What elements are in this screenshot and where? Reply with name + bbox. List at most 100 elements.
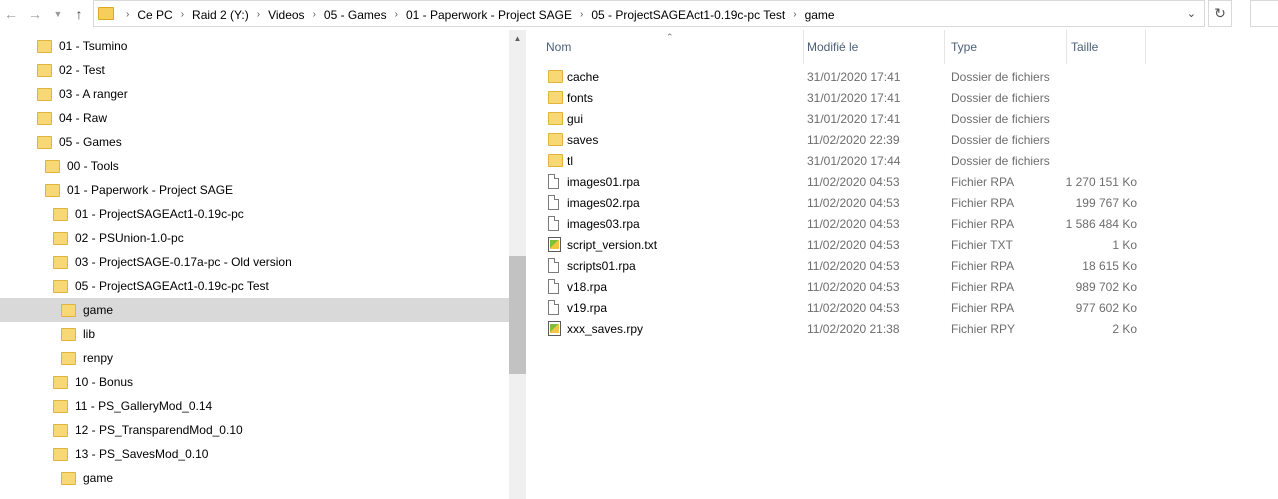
folder-icon xyxy=(37,111,52,125)
folder-icon xyxy=(548,133,563,146)
nav-tree-item-label: 01 - Paperwork - Project SAGE xyxy=(67,183,234,197)
file-row[interactable]: v18.rpa 11/02/2020 04:53 Fichier RPA 989 70… xyxy=(526,276,1278,297)
nav-tree-item[interactable]: 01 - ProjectSAGEAct1-0.19c-pc xyxy=(0,202,509,226)
nav-tree-item[interactable]: 12 - PS_TransparendMod_0.10 xyxy=(0,418,509,442)
address-dropdown-chevron-icon[interactable]: ⌄ xyxy=(1187,7,1196,20)
breadcrumb-item[interactable]: Videos xyxy=(268,8,304,22)
file-name: scripts01.rpa xyxy=(567,258,636,273)
nav-tree-item[interactable]: 00 - Tools xyxy=(0,154,509,178)
file-type: Fichier TXT xyxy=(951,237,1013,252)
folder-icon xyxy=(548,91,563,104)
file-row[interactable]: saves 11/02/2020 22:39 Dossier de fichiers xyxy=(526,129,1278,150)
column-header-type[interactable]: Type xyxy=(947,30,1067,64)
column-header-modified[interactable]: Modifié le xyxy=(803,30,945,64)
breadcrumb-separator-icon[interactable]: › xyxy=(249,9,268,20)
file-row[interactable]: fonts 31/01/2020 17:41 Dossier de fichiers xyxy=(526,87,1278,108)
column-header-name[interactable]: Nom xyxy=(542,30,804,64)
refresh-button[interactable]: ↻ xyxy=(1208,0,1232,27)
nav-tree-item-label: game xyxy=(83,471,114,485)
nav-tree-item[interactable]: 02 - Test xyxy=(0,58,509,82)
nav-tree-item[interactable]: 01 - Tsumino xyxy=(0,34,509,58)
file-row[interactable]: xxx_saves.rpy 11/02/2020 21:38 Fichier RPY… xyxy=(526,318,1278,339)
nav-tree-item[interactable]: 05 - ProjectSAGEAct1-0.19c-pc Test xyxy=(0,274,509,298)
up-arrow-icon[interactable]: ↑ xyxy=(69,4,89,24)
file-size: 199 767 Ko xyxy=(1075,195,1137,210)
nav-tree-item-label: 04 - Raw xyxy=(59,111,108,125)
breadcrumb-item[interactable]: 05 - Games xyxy=(324,8,387,22)
folder-icon xyxy=(53,423,68,437)
breadcrumb-separator-icon[interactable]: › xyxy=(785,9,804,20)
nav-tree-item[interactable]: renpy xyxy=(0,346,509,370)
folder-icon xyxy=(548,70,563,83)
breadcrumb-item[interactable]: Ce PC xyxy=(137,8,172,22)
breadcrumb-separator-icon[interactable]: › xyxy=(387,9,406,20)
breadcrumb-separator-icon[interactable]: › xyxy=(173,9,192,20)
nav-tree-item[interactable]: game xyxy=(0,466,509,490)
breadcrumb-item[interactable]: game xyxy=(805,8,835,22)
nav-tree-item[interactable]: 11 - PS_GalleryMod_0.14 xyxy=(0,394,509,418)
nav-tree-item-label: 11 - PS_GalleryMod_0.14 xyxy=(75,399,213,413)
file-icon xyxy=(548,300,559,315)
file-type: Dossier de fichiers xyxy=(951,69,1050,84)
folder-icon xyxy=(61,303,76,317)
nav-tree-item[interactable]: 03 - A ranger xyxy=(0,82,509,106)
file-type: Fichier RPA xyxy=(951,300,1015,315)
scroll-up-arrow-icon[interactable]: ▲ xyxy=(509,30,526,47)
file-size xyxy=(1067,108,1137,129)
file-modified: 11/02/2020 22:39 xyxy=(807,132,900,147)
nav-tree-item[interactable]: 02 - PSUnion-1.0-pc xyxy=(0,226,509,250)
recent-locations-chevron-icon[interactable]: ▼ xyxy=(48,4,68,24)
breadcrumb-item[interactable]: Raid 2 (Y:) xyxy=(192,8,249,22)
folder-icon xyxy=(61,351,76,365)
nav-tree-item[interactable]: game xyxy=(0,298,509,322)
file-icon-cell xyxy=(548,255,564,276)
column-header-size[interactable]: Taille xyxy=(1067,30,1146,64)
file-row[interactable]: images01.rpa 11/02/2020 04:53 Fichier RPA 1… xyxy=(526,171,1278,192)
nav-tree-item[interactable]: 10 - Bonus xyxy=(0,370,509,394)
file-row[interactable]: images03.rpa 11/02/2020 04:53 Fichier RPA 1… xyxy=(526,213,1278,234)
nav-tree-item[interactable]: 04 - Raw xyxy=(0,106,509,130)
nav-tree-item-label: renpy xyxy=(83,351,114,365)
file-modified: 11/02/2020 04:53 xyxy=(807,279,900,294)
file-row[interactable]: images02.rpa 11/02/2020 04:53 Fichier RPA 1… xyxy=(526,192,1278,213)
file-icon-cell xyxy=(548,129,564,150)
breadcrumb-separator-icon[interactable]: › xyxy=(118,9,137,20)
scrollbar-thumb[interactable] xyxy=(509,256,526,374)
file-modified: 11/02/2020 21:38 xyxy=(807,321,900,336)
nav-tree-item-label: game xyxy=(83,303,114,317)
file-row[interactable]: cache 31/01/2020 17:41 Dossier de fichiers xyxy=(526,66,1278,87)
nav-tree-item[interactable]: 13 - PS_SavesMod_0.10 xyxy=(0,442,509,466)
file-row[interactable]: gui 31/01/2020 17:41 Dossier de fichiers xyxy=(526,108,1278,129)
nav-tree-item[interactable]: lib xyxy=(0,322,509,346)
breadcrumb-item[interactable]: 05 - ProjectSAGEAct1-0.19c-pc Test xyxy=(591,8,785,22)
nav-tree-item[interactable]: 03 - ProjectSAGE-0.17a-pc - Old version xyxy=(0,250,509,274)
breadcrumb-separator-icon[interactable]: › xyxy=(305,9,324,20)
file-size: 977 602 Ko xyxy=(1075,300,1137,315)
file-row[interactable]: scripts01.rpa 11/02/2020 04:53 Fichier RPA… xyxy=(526,255,1278,276)
file-modified: 11/02/2020 04:53 xyxy=(807,195,900,210)
file-type: Fichier RPA xyxy=(951,279,1015,294)
file-size: 2 Ko xyxy=(1112,321,1137,336)
file-icon xyxy=(548,174,559,189)
address-bar[interactable]: › Ce PC › Raid 2 (Y:) › Videos › 05 - Games › 01 … xyxy=(93,0,1205,27)
nav-tree-item[interactable]: 05 - Games xyxy=(0,130,509,154)
navigation-pane-scrollbar[interactable]: ▲ xyxy=(509,30,526,499)
file-type: Fichier RPA xyxy=(951,216,1015,231)
file-type: Dossier de fichiers xyxy=(951,111,1050,126)
file-row[interactable]: script_version.txt 11/02/2020 04:53 Fichie… xyxy=(526,234,1278,255)
forward-arrow-icon[interactable]: → xyxy=(25,4,45,24)
breadcrumb: › Ce PC › Raid 2 (Y:) › Videos › 05 - Games › 01 … xyxy=(118,1,835,28)
back-arrow-icon[interactable]: ← xyxy=(1,4,21,24)
file-icon xyxy=(548,195,559,210)
search-input[interactable] xyxy=(1250,0,1278,27)
nav-tree-item-label: 01 - ProjectSAGEAct1-0.19c-pc xyxy=(75,207,244,221)
file-icon-cell xyxy=(548,192,564,213)
nav-tree-item[interactable]: 01 - Paperwork - Project SAGE xyxy=(0,178,509,202)
nav-tree-item-label: 02 - PSUnion-1.0-pc xyxy=(75,231,184,245)
breadcrumb-separator-icon[interactable]: › xyxy=(572,9,591,20)
file-row[interactable]: v19.rpa 11/02/2020 04:53 Fichier RPA 977 60… xyxy=(526,297,1278,318)
breadcrumb-item[interactable]: 01 - Paperwork - Project SAGE xyxy=(406,8,572,22)
file-row[interactable]: tl 31/01/2020 17:44 Dossier de fichiers xyxy=(526,150,1278,171)
file-type: Fichier RPY xyxy=(951,321,1016,336)
folder-icon xyxy=(53,375,68,389)
